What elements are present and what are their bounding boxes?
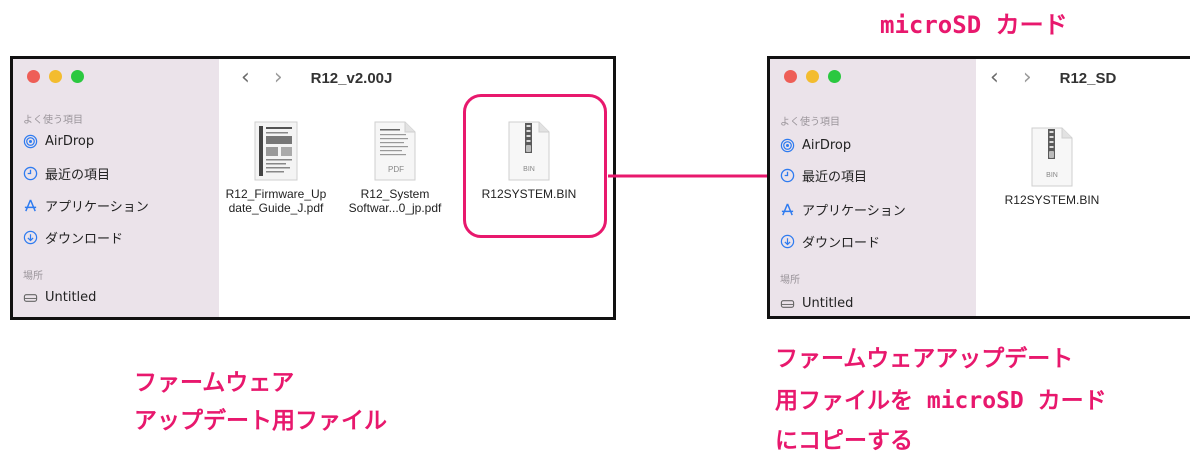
sidebar-item-downloads[interactable]: ダウンロード: [23, 227, 123, 247]
locations-section-label: 場所: [23, 271, 43, 282]
microsd-card-label: microSD カード: [880, 11, 1068, 39]
clock-icon: [23, 166, 38, 181]
sidebar-item-applications[interactable]: アプリケーション: [23, 195, 149, 215]
file-name: R12_Firmware_Up date_Guide_J.pdf: [225, 187, 327, 215]
finder-window-microsd: よく使う項目 AirDrop 最近の項目 アプリケーション ダウンロード 場所 …: [767, 56, 1190, 319]
bin-file-icon: BIN: [1031, 127, 1073, 187]
sidebar-item-label: アプリケーション: [45, 199, 149, 215]
drive-icon: [23, 290, 38, 305]
bin-badge: BIN: [1046, 172, 1058, 179]
clock-icon: [780, 168, 795, 183]
sidebar-item-label: ダウンロード: [802, 235, 881, 251]
sidebar-item-label: AirDrop: [802, 137, 852, 153]
sidebar-item-label: ダウンロード: [45, 231, 124, 247]
applications-icon: [23, 198, 38, 213]
airdrop-icon: [780, 138, 795, 153]
sidebar-item-label: アプリケーション: [802, 203, 906, 219]
right-caption-line3: にコピーする: [775, 428, 913, 454]
right-caption-line2: 用ファイルを microSD カード: [775, 388, 1107, 414]
forward-button[interactable]: ›: [1023, 67, 1032, 89]
sidebar-item-airdrop[interactable]: AirDrop: [780, 135, 851, 155]
drive-icon: [780, 296, 795, 311]
download-icon: [780, 234, 795, 249]
minimize-button[interactable]: [806, 70, 819, 83]
left-caption-line2: アップデート用ファイル: [134, 408, 387, 434]
left-caption-line1: ファームウェア: [134, 370, 295, 396]
file-item[interactable]: PDF R12_System Softwar...0_jp.pdf: [337, 121, 453, 215]
right-caption-line1: ファームウェアアップデート: [775, 346, 1074, 372]
back-button[interactable]: ‹: [990, 67, 999, 89]
sidebar-item-recents[interactable]: 最近の項目: [780, 165, 867, 185]
file-name: R12SYSTEM.BIN: [1004, 193, 1100, 207]
sidebar-item-label: 最近の項目: [802, 169, 868, 185]
zoom-button[interactable]: [71, 70, 84, 83]
sidebar-item-label: AirDrop: [45, 133, 95, 149]
file-item-r12system-bin[interactable]: BIN R12SYSTEM.BIN: [992, 127, 1112, 207]
sidebar-item-recents[interactable]: 最近の項目: [23, 163, 110, 183]
pdf-document-icon: [254, 121, 298, 181]
file-name: R12_System Softwar...0_jp.pdf: [348, 187, 442, 215]
airdrop-icon: [23, 134, 38, 149]
sidebar-item-applications[interactable]: アプリケーション: [780, 199, 906, 219]
sidebar-item-untitled[interactable]: Untitled: [780, 293, 853, 313]
window-controls: [784, 70, 841, 83]
sidebar-item-untitled[interactable]: Untitled: [23, 287, 96, 307]
file-browser-area: ‹ › R12_SD BIN R12SYSTEM.BIN: [976, 59, 1190, 316]
download-icon: [23, 230, 38, 245]
sidebar-item-downloads[interactable]: ダウンロード: [780, 231, 880, 251]
highlight-box: [463, 94, 607, 238]
folder-title: R12_v2.00J: [310, 69, 393, 87]
sidebar: よく使う項目 AirDrop 最近の項目 アプリケーション ダウンロード 場所 …: [13, 59, 219, 317]
pdf-badge: PDF: [388, 165, 404, 174]
toolbar: ‹ › R12_v2.00J: [241, 67, 393, 89]
locations-section-label: 場所: [780, 275, 800, 286]
window-controls: [27, 70, 84, 83]
favorites-section-label: よく使う項目: [780, 117, 840, 128]
back-button[interactable]: ‹: [241, 67, 250, 89]
toolbar: ‹ › R12_SD: [990, 67, 1117, 89]
forward-button[interactable]: ›: [274, 67, 283, 89]
close-button[interactable]: [27, 70, 40, 83]
applications-icon: [780, 202, 795, 217]
folder-title: R12_SD: [1059, 69, 1117, 87]
close-button[interactable]: [784, 70, 797, 83]
file-item[interactable]: R12_Firmware_Up date_Guide_J.pdf: [221, 121, 331, 215]
sidebar-item-label: Untitled: [802, 295, 854, 311]
minimize-button[interactable]: [49, 70, 62, 83]
sidebar: よく使う項目 AirDrop 最近の項目 アプリケーション ダウンロード 場所 …: [770, 59, 976, 316]
zoom-button[interactable]: [828, 70, 841, 83]
favorites-section-label: よく使う項目: [23, 115, 83, 126]
sidebar-item-label: 最近の項目: [45, 167, 111, 183]
pdf-file-icon: PDF: [374, 121, 416, 181]
sidebar-item-airdrop[interactable]: AirDrop: [23, 131, 94, 151]
sidebar-item-label: Untitled: [45, 289, 97, 305]
